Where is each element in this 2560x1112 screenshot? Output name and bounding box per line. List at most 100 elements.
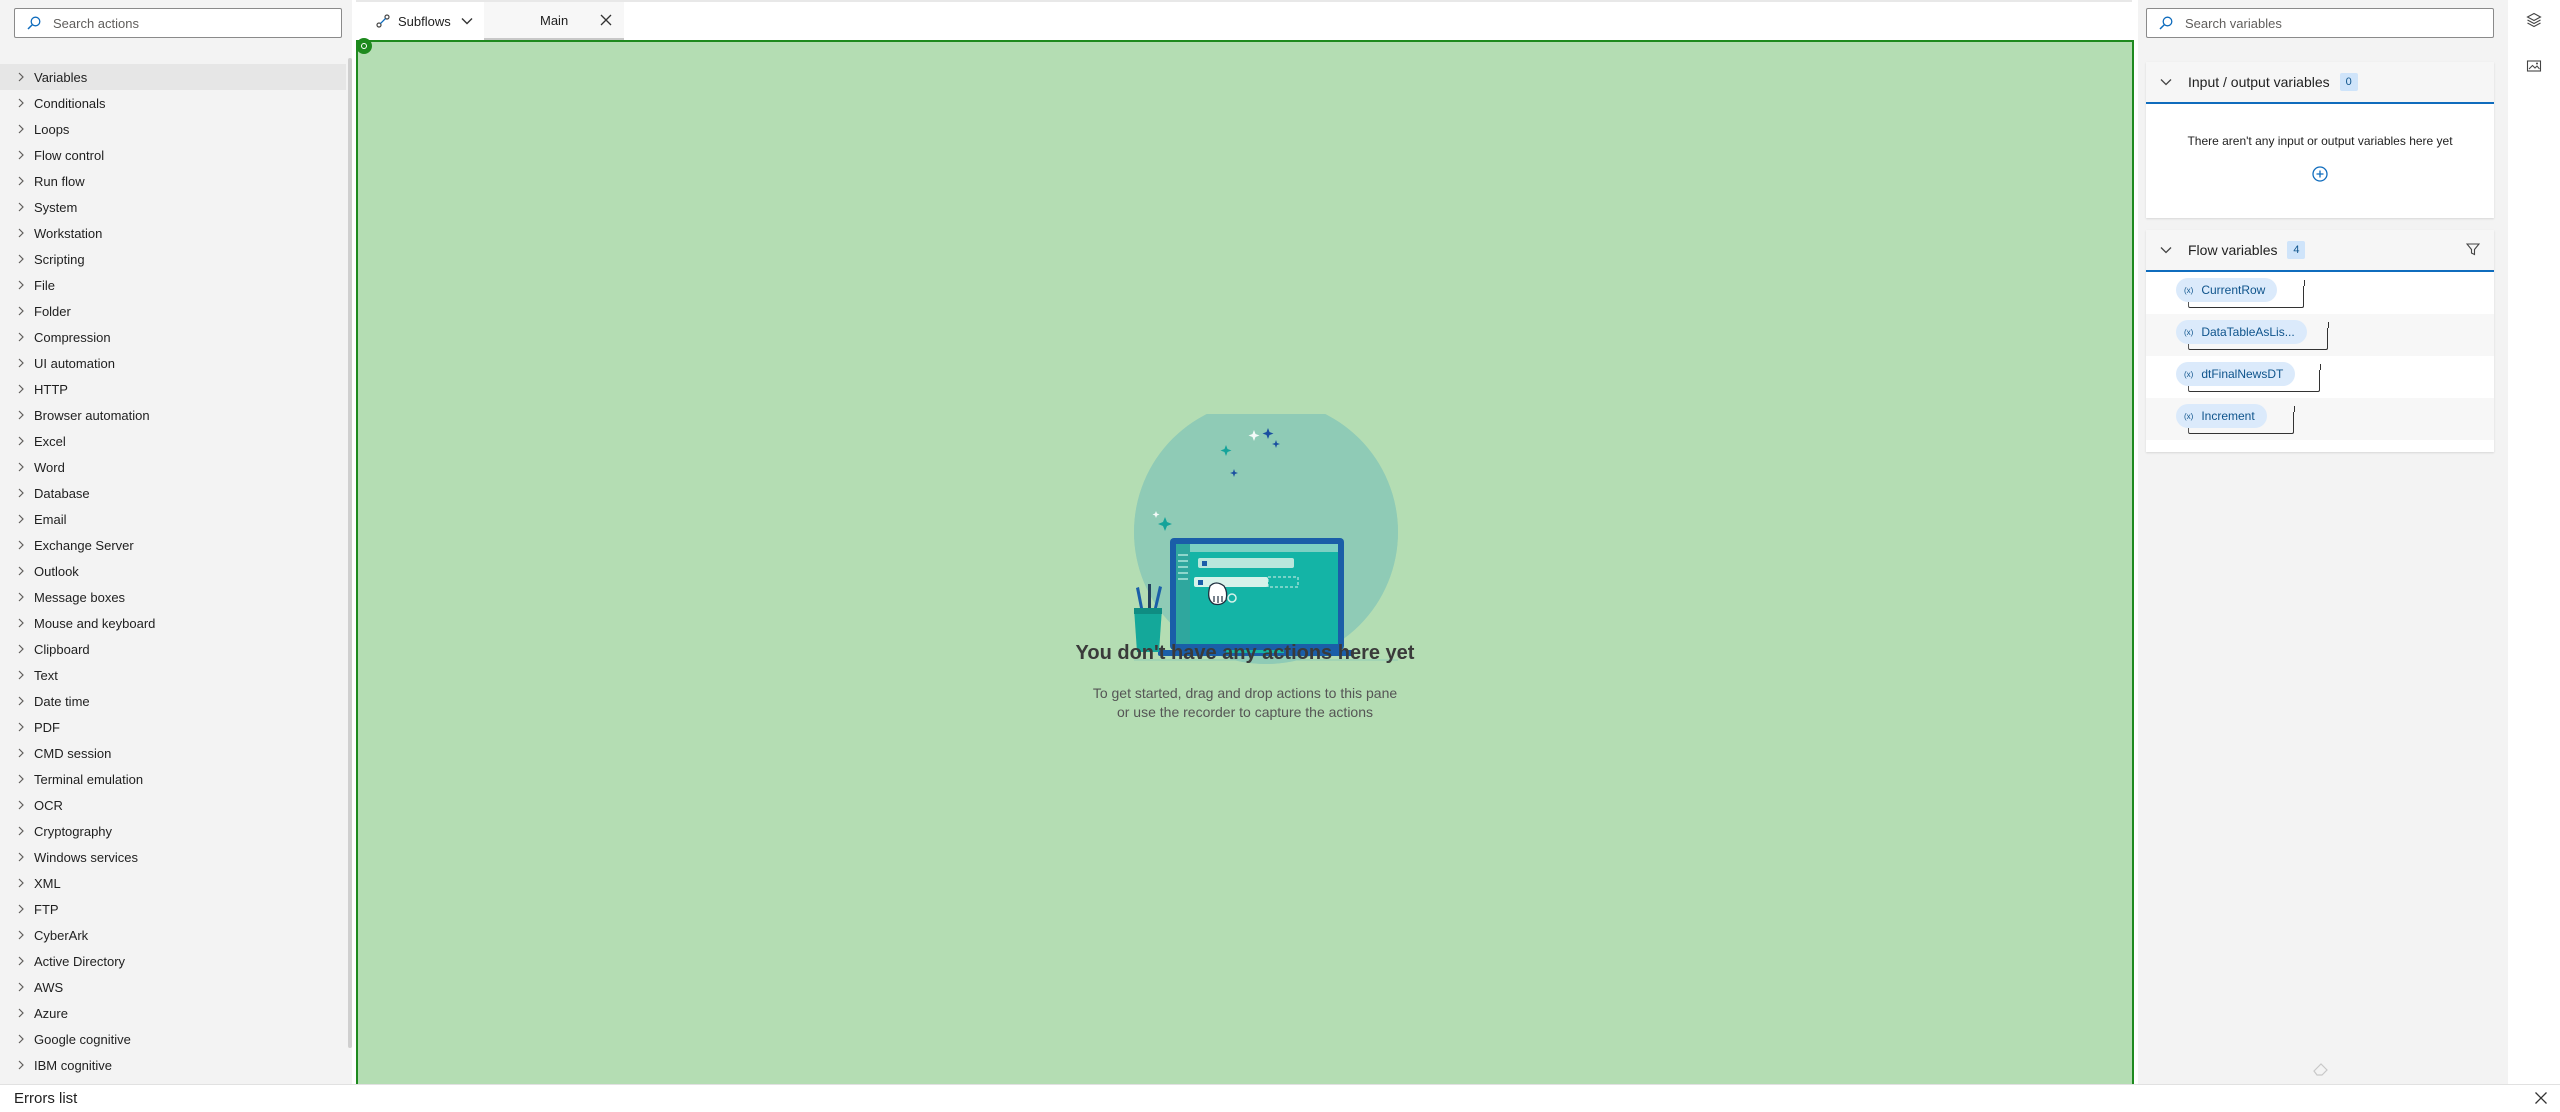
action-category-item[interactable]: Message boxes	[0, 584, 346, 610]
action-category-item[interactable]: Compression	[0, 324, 346, 350]
variable-pill[interactable]: (x) Increment	[2176, 404, 2267, 428]
flow-variable-row: (x) Increment	[2146, 398, 2494, 440]
chevron-right-icon	[18, 748, 34, 758]
chevron-right-icon	[18, 176, 34, 186]
empty-state-line-1: To get started, drag and drop actions to…	[1092, 685, 1398, 701]
variables-search-box[interactable]	[2146, 8, 2494, 38]
variable-name: Increment	[2201, 409, 2255, 423]
actions-search-input[interactable]	[51, 14, 315, 32]
action-category-label: Outlook	[34, 563, 79, 579]
action-category-label: Excel	[34, 433, 66, 449]
variables-search-input[interactable]	[2183, 14, 2447, 32]
chevron-down-icon[interactable]	[2160, 246, 2172, 254]
action-category-item[interactable]: Run flow	[0, 168, 346, 194]
action-category-item[interactable]: Workstation	[0, 220, 346, 246]
action-category-item[interactable]: Database	[0, 480, 346, 506]
variable-pill[interactable]: (x) CurrentRow	[2176, 278, 2278, 302]
chevron-right-icon	[18, 774, 34, 784]
action-category-label: Scripting	[34, 251, 85, 267]
io-variables-header[interactable]: Input / output variables 0	[2146, 62, 2494, 104]
action-category-label: OCR	[34, 797, 63, 813]
action-category-item[interactable]: Folder	[0, 298, 346, 324]
chevron-right-icon	[18, 1008, 34, 1018]
close-icon[interactable]	[2534, 1091, 2548, 1105]
chevron-right-icon	[18, 1060, 34, 1070]
chevron-right-icon	[18, 462, 34, 472]
filter-icon[interactable]	[2466, 242, 2480, 256]
action-category-label: Exchange Server	[34, 537, 134, 553]
action-category-item[interactable]: Variables	[0, 64, 346, 90]
action-category-list: Variables Conditionals Loops Flow control Ru…	[0, 64, 346, 1078]
action-category-item[interactable]: Date time	[0, 688, 346, 714]
action-category-item[interactable]: Browser automation	[0, 402, 346, 428]
variable-icon: (x)	[2184, 411, 2194, 421]
action-category-label: Word	[34, 459, 65, 475]
chevron-right-icon	[18, 904, 34, 914]
action-category-item[interactable]: Loops	[0, 116, 346, 142]
chevron-right-icon	[18, 878, 34, 888]
action-category-item[interactable]: File	[0, 272, 346, 298]
action-category-item[interactable]: HTTP	[0, 376, 346, 402]
action-category-item[interactable]: System	[0, 194, 346, 220]
action-category-item[interactable]: AWS	[0, 974, 346, 1000]
action-category-item[interactable]: Exchange Server	[0, 532, 346, 558]
action-category-item[interactable]: Cryptography	[0, 818, 346, 844]
action-category-label: Terminal emulation	[34, 771, 144, 787]
variable-pill[interactable]: (x) DataTableAsLis...	[2176, 320, 2307, 344]
action-category-item[interactable]: CMD session	[0, 740, 346, 766]
search-icon	[27, 16, 41, 30]
io-variables-section: Input / output variables 0 There aren't …	[2146, 62, 2494, 218]
close-tab-icon[interactable]	[600, 14, 612, 26]
actions-search-box[interactable]	[14, 8, 342, 38]
actions-scrollbar[interactable]	[348, 58, 352, 1048]
action-category-item[interactable]: Scripting	[0, 246, 346, 272]
add-variable-icon[interactable]	[2312, 166, 2328, 182]
empty-state-title: You don't have any actions here yet	[1075, 642, 1415, 664]
action-category-item[interactable]: FTP	[0, 896, 346, 922]
action-category-item[interactable]: Windows services	[0, 844, 346, 870]
tab-main[interactable]: Main	[484, 2, 624, 40]
flow-variables-title: Flow variables	[2188, 242, 2278, 258]
eraser-icon[interactable]	[2312, 1062, 2330, 1076]
action-category-item[interactable]: PDF	[0, 714, 346, 740]
action-category-label: Message boxes	[34, 589, 126, 605]
action-category-item[interactable]: IBM cognitive	[0, 1052, 346, 1078]
action-category-item[interactable]: XML	[0, 870, 346, 896]
action-category-item[interactable]: OCR	[0, 792, 346, 818]
action-category-item[interactable]: Text	[0, 662, 346, 688]
variable-pill[interactable]: (x) dtFinalNewsDT	[2176, 362, 2296, 386]
chevron-right-icon	[18, 332, 34, 342]
action-category-item[interactable]: Outlook	[0, 558, 346, 584]
action-category-item[interactable]: Mouse and keyboard	[0, 610, 346, 636]
action-category-item[interactable]: UI automation	[0, 350, 346, 376]
action-category-item[interactable]: Terminal emulation	[0, 766, 346, 792]
layers-icon[interactable]	[2526, 12, 2542, 28]
action-category-item[interactable]: Excel	[0, 428, 346, 454]
action-category-item[interactable]: Clipboard	[0, 636, 346, 662]
actions-pane: Variables Conditionals Loops Flow control Ru…	[0, 0, 352, 1084]
action-category-label: Run flow	[34, 173, 85, 189]
chevron-down-icon[interactable]	[2160, 78, 2172, 86]
images-icon[interactable]	[2526, 58, 2542, 74]
action-category-label: Conditionals	[34, 95, 106, 111]
chevron-right-icon	[18, 124, 34, 134]
action-category-item[interactable]: Azure	[0, 1000, 346, 1026]
action-category-item[interactable]: Conditionals	[0, 90, 346, 116]
chevron-right-icon	[18, 202, 34, 212]
flow-variables-header[interactable]: Flow variables 4	[2146, 230, 2494, 272]
action-category-label: Windows services	[34, 849, 139, 865]
chevron-right-icon	[18, 800, 34, 810]
chevron-right-icon	[18, 254, 34, 264]
flow-designer-canvas[interactable]: You don't have any actions here yet To g…	[356, 38, 2134, 1090]
action-category-item[interactable]: CyberArk	[0, 922, 346, 948]
action-category-item[interactable]: Active Directory	[0, 948, 346, 974]
action-category-item[interactable]: Google cognitive	[0, 1026, 346, 1052]
action-category-label: XML	[34, 875, 61, 891]
subflows-dropdown[interactable]: Subflows	[364, 2, 480, 40]
search-icon	[2159, 16, 2173, 30]
action-category-label: Variables	[34, 69, 88, 85]
action-category-item[interactable]: Flow control	[0, 142, 346, 168]
chevron-right-icon	[18, 670, 34, 680]
action-category-item[interactable]: Word	[0, 454, 346, 480]
action-category-item[interactable]: Email	[0, 506, 346, 532]
